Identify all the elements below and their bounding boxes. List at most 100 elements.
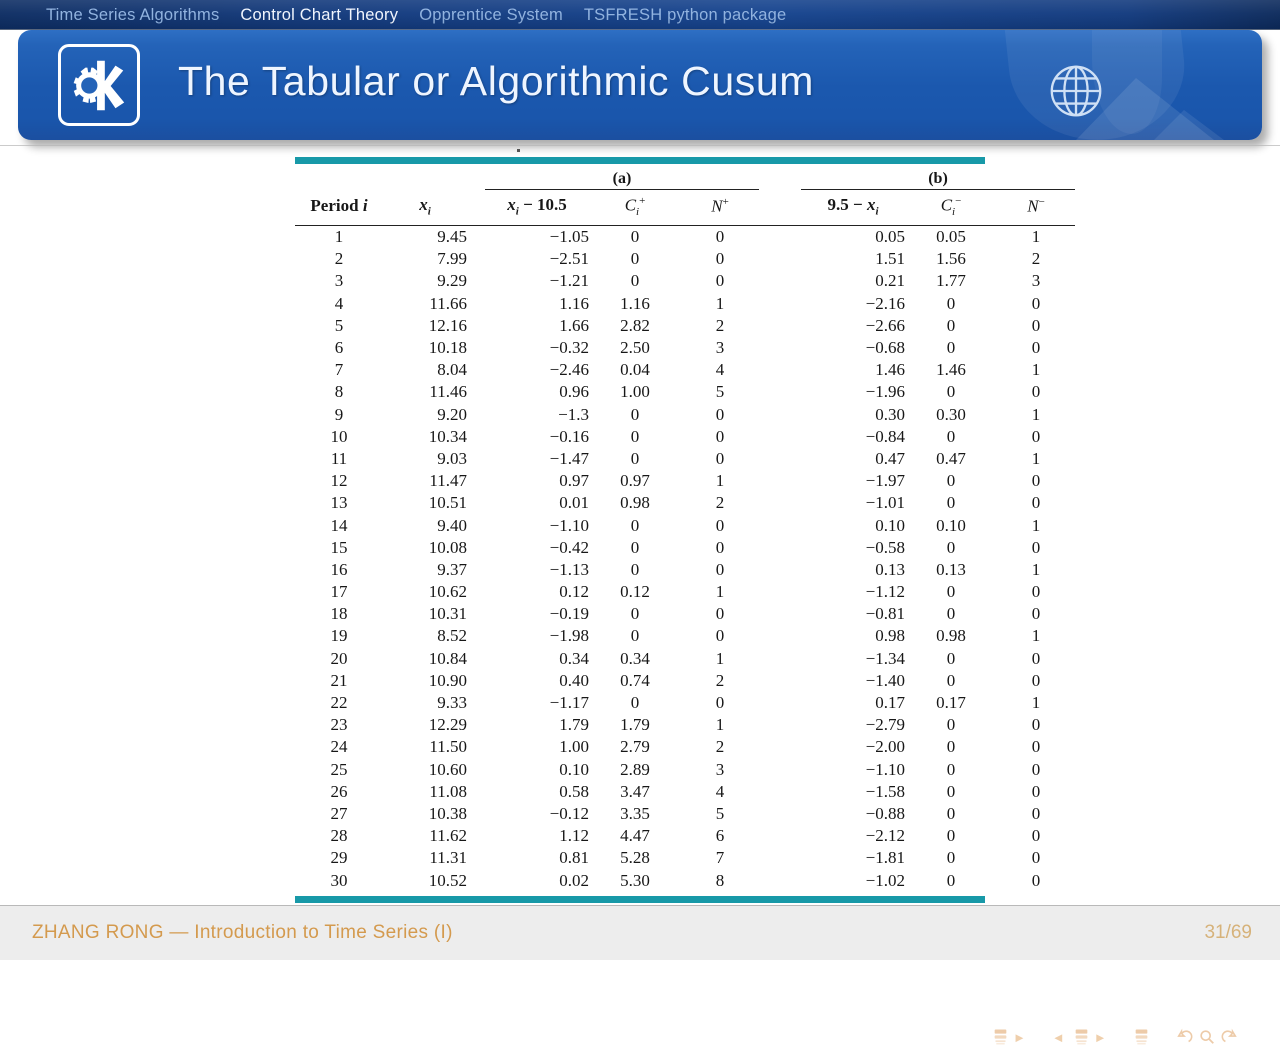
table-cell: 1 bbox=[1031, 404, 1041, 424]
table-cell: 1 bbox=[1031, 448, 1041, 468]
table-cell-gap bbox=[759, 381, 801, 403]
table-cell: 0 bbox=[630, 227, 640, 247]
table-cell: 0 bbox=[946, 670, 956, 690]
table-cell: 0.10 bbox=[559, 759, 589, 779]
table-cell: 9.40 bbox=[437, 515, 467, 535]
first-slide-icon[interactable] bbox=[992, 1027, 1009, 1047]
table-cell-gap bbox=[759, 714, 801, 736]
table-cell: 11.31 bbox=[429, 848, 467, 868]
table-cell: 0 bbox=[715, 249, 725, 269]
table-cell: −1.40 bbox=[865, 670, 905, 690]
table-cell: 0 bbox=[1031, 315, 1041, 335]
table-cell: 2 bbox=[1031, 249, 1041, 269]
back-icon[interactable] bbox=[1176, 1028, 1194, 1046]
table-cell: 9 bbox=[334, 404, 344, 424]
table-cell: −0.88 bbox=[865, 803, 905, 823]
nav-item-control-chart-theory[interactable]: Control Chart Theory bbox=[240, 6, 398, 25]
table-cell: 14 bbox=[330, 515, 348, 535]
table-cell-gap bbox=[759, 293, 801, 315]
next-frame-arrow[interactable]: ► bbox=[1094, 1030, 1107, 1045]
table-cell-gap bbox=[467, 315, 485, 337]
table-cell-gap bbox=[759, 537, 801, 559]
table-cell-gap bbox=[467, 448, 485, 470]
table-row: 26 11.08 0.58 3.47 4 −1.58 0 0 bbox=[295, 781, 1075, 803]
table-cell: 0.98 bbox=[936, 626, 966, 646]
table-cell: 6 bbox=[715, 826, 725, 846]
table-row: 22 9.33 −1.17 0 0 0.17 0.17 1 bbox=[295, 692, 1075, 714]
table-cell: 1 bbox=[1031, 559, 1041, 579]
table-cell-gap bbox=[759, 692, 801, 714]
table-cell: 11.66 bbox=[429, 293, 467, 313]
table-cell-gap bbox=[467, 692, 485, 714]
table-row: 19 8.52 −1.98 0 0 0.98 0.98 1 bbox=[295, 625, 1075, 647]
nav-item-time-series-algorithms[interactable]: Time Series Algorithms bbox=[46, 6, 219, 25]
table-cell: 0 bbox=[630, 271, 640, 291]
table-cell-gap bbox=[759, 559, 801, 581]
table-cell: 0 bbox=[946, 826, 956, 846]
table-cell: −1.10 bbox=[865, 759, 905, 779]
table-cell: 9.37 bbox=[437, 559, 467, 579]
table-row: 6 10.18 −0.32 2.50 3 −0.68 0 0 bbox=[295, 337, 1075, 359]
table-cell: 0 bbox=[946, 493, 956, 513]
table-cell: 1.51 bbox=[875, 249, 905, 269]
search-icon[interactable] bbox=[1198, 1028, 1216, 1046]
table-cell-gap bbox=[759, 248, 801, 270]
table-cell: −0.84 bbox=[865, 426, 905, 446]
table-cell: 2.79 bbox=[620, 737, 650, 757]
table-cell: 1.46 bbox=[875, 360, 905, 380]
table-cell-gap bbox=[759, 226, 801, 249]
table-cell: 0 bbox=[946, 293, 956, 313]
table-cell: 4 bbox=[715, 781, 725, 801]
table-cell: 0.40 bbox=[559, 670, 589, 690]
next-slide-arrow[interactable]: ► bbox=[1013, 1030, 1026, 1045]
last-slide-icon[interactable] bbox=[1133, 1027, 1150, 1047]
table-cell-gap bbox=[759, 270, 801, 292]
table-cell: 1.56 bbox=[936, 249, 966, 269]
beamer-navigation-symbols[interactable]: ► ◄ ► bbox=[992, 1023, 1262, 1051]
table-cell: 3 bbox=[715, 338, 725, 358]
table-cell: 1 bbox=[715, 715, 725, 735]
table-cell: 10.60 bbox=[428, 759, 467, 779]
frame-icon[interactable] bbox=[1073, 1027, 1090, 1047]
nav-item-opprentice-system[interactable]: Opprentice System bbox=[419, 6, 563, 25]
table-cell: 0.74 bbox=[620, 670, 650, 690]
prev-frame-arrow[interactable]: ◄ bbox=[1052, 1030, 1065, 1045]
kde-logo bbox=[58, 44, 140, 126]
table-group-header-row: (a) (b) bbox=[295, 164, 1076, 190]
table-cell: −1.13 bbox=[549, 559, 589, 579]
forward-icon[interactable] bbox=[1220, 1028, 1238, 1046]
table-cell: 0.17 bbox=[936, 693, 966, 713]
table-cell-gap bbox=[467, 670, 485, 692]
table-cell: 2 bbox=[334, 249, 344, 269]
table-cell-gap bbox=[759, 492, 801, 514]
table-cell: 0 bbox=[1031, 737, 1041, 757]
table-cell: −0.68 bbox=[865, 338, 905, 358]
table-cell-gap bbox=[759, 736, 801, 758]
table-cell: 0 bbox=[630, 559, 640, 579]
table-cell: −2.51 bbox=[549, 249, 589, 269]
table-cell: 0 bbox=[946, 759, 956, 779]
table-row: 1 9.45 −1.05 0 0 0.05 0.05 1 bbox=[295, 226, 1075, 249]
table-cell-gap bbox=[467, 648, 485, 670]
table-cell: 11.08 bbox=[429, 781, 467, 801]
table-cell: 0.47 bbox=[875, 448, 905, 468]
table-cell: 0 bbox=[946, 781, 956, 801]
table-cell-gap bbox=[467, 781, 485, 803]
cusum-table-body: 1 9.45 −1.05 0 0 0.05 0.05 1 2 7.99 −2.51 0 0 1.51 1.5… bbox=[295, 226, 1075, 892]
table-cell: 10.31 bbox=[428, 604, 467, 624]
nav-item-tsfresh-python-package[interactable]: TSFRESH python package bbox=[584, 6, 787, 25]
table-row: 5 12.16 1.66 2.82 2 −2.66 0 0 bbox=[295, 315, 1075, 337]
table-cell: 10.62 bbox=[428, 582, 467, 602]
table-cell-gap bbox=[759, 426, 801, 448]
table-cell: 7 bbox=[715, 848, 725, 868]
table-cell: 0.96 bbox=[559, 382, 589, 402]
table-cell: 0 bbox=[715, 426, 725, 446]
table-row: 30 10.52 0.02 5.30 8 −1.02 0 0 bbox=[295, 869, 1075, 891]
table-cell: 2 bbox=[715, 315, 725, 335]
table-cell: 0 bbox=[946, 803, 956, 823]
table-cell: 0.05 bbox=[936, 227, 966, 247]
table-cell: −1.96 bbox=[865, 382, 905, 402]
table-cell: 4 bbox=[334, 293, 344, 313]
table-cell: 5.30 bbox=[620, 870, 650, 890]
table-cell: 21 bbox=[330, 670, 348, 690]
